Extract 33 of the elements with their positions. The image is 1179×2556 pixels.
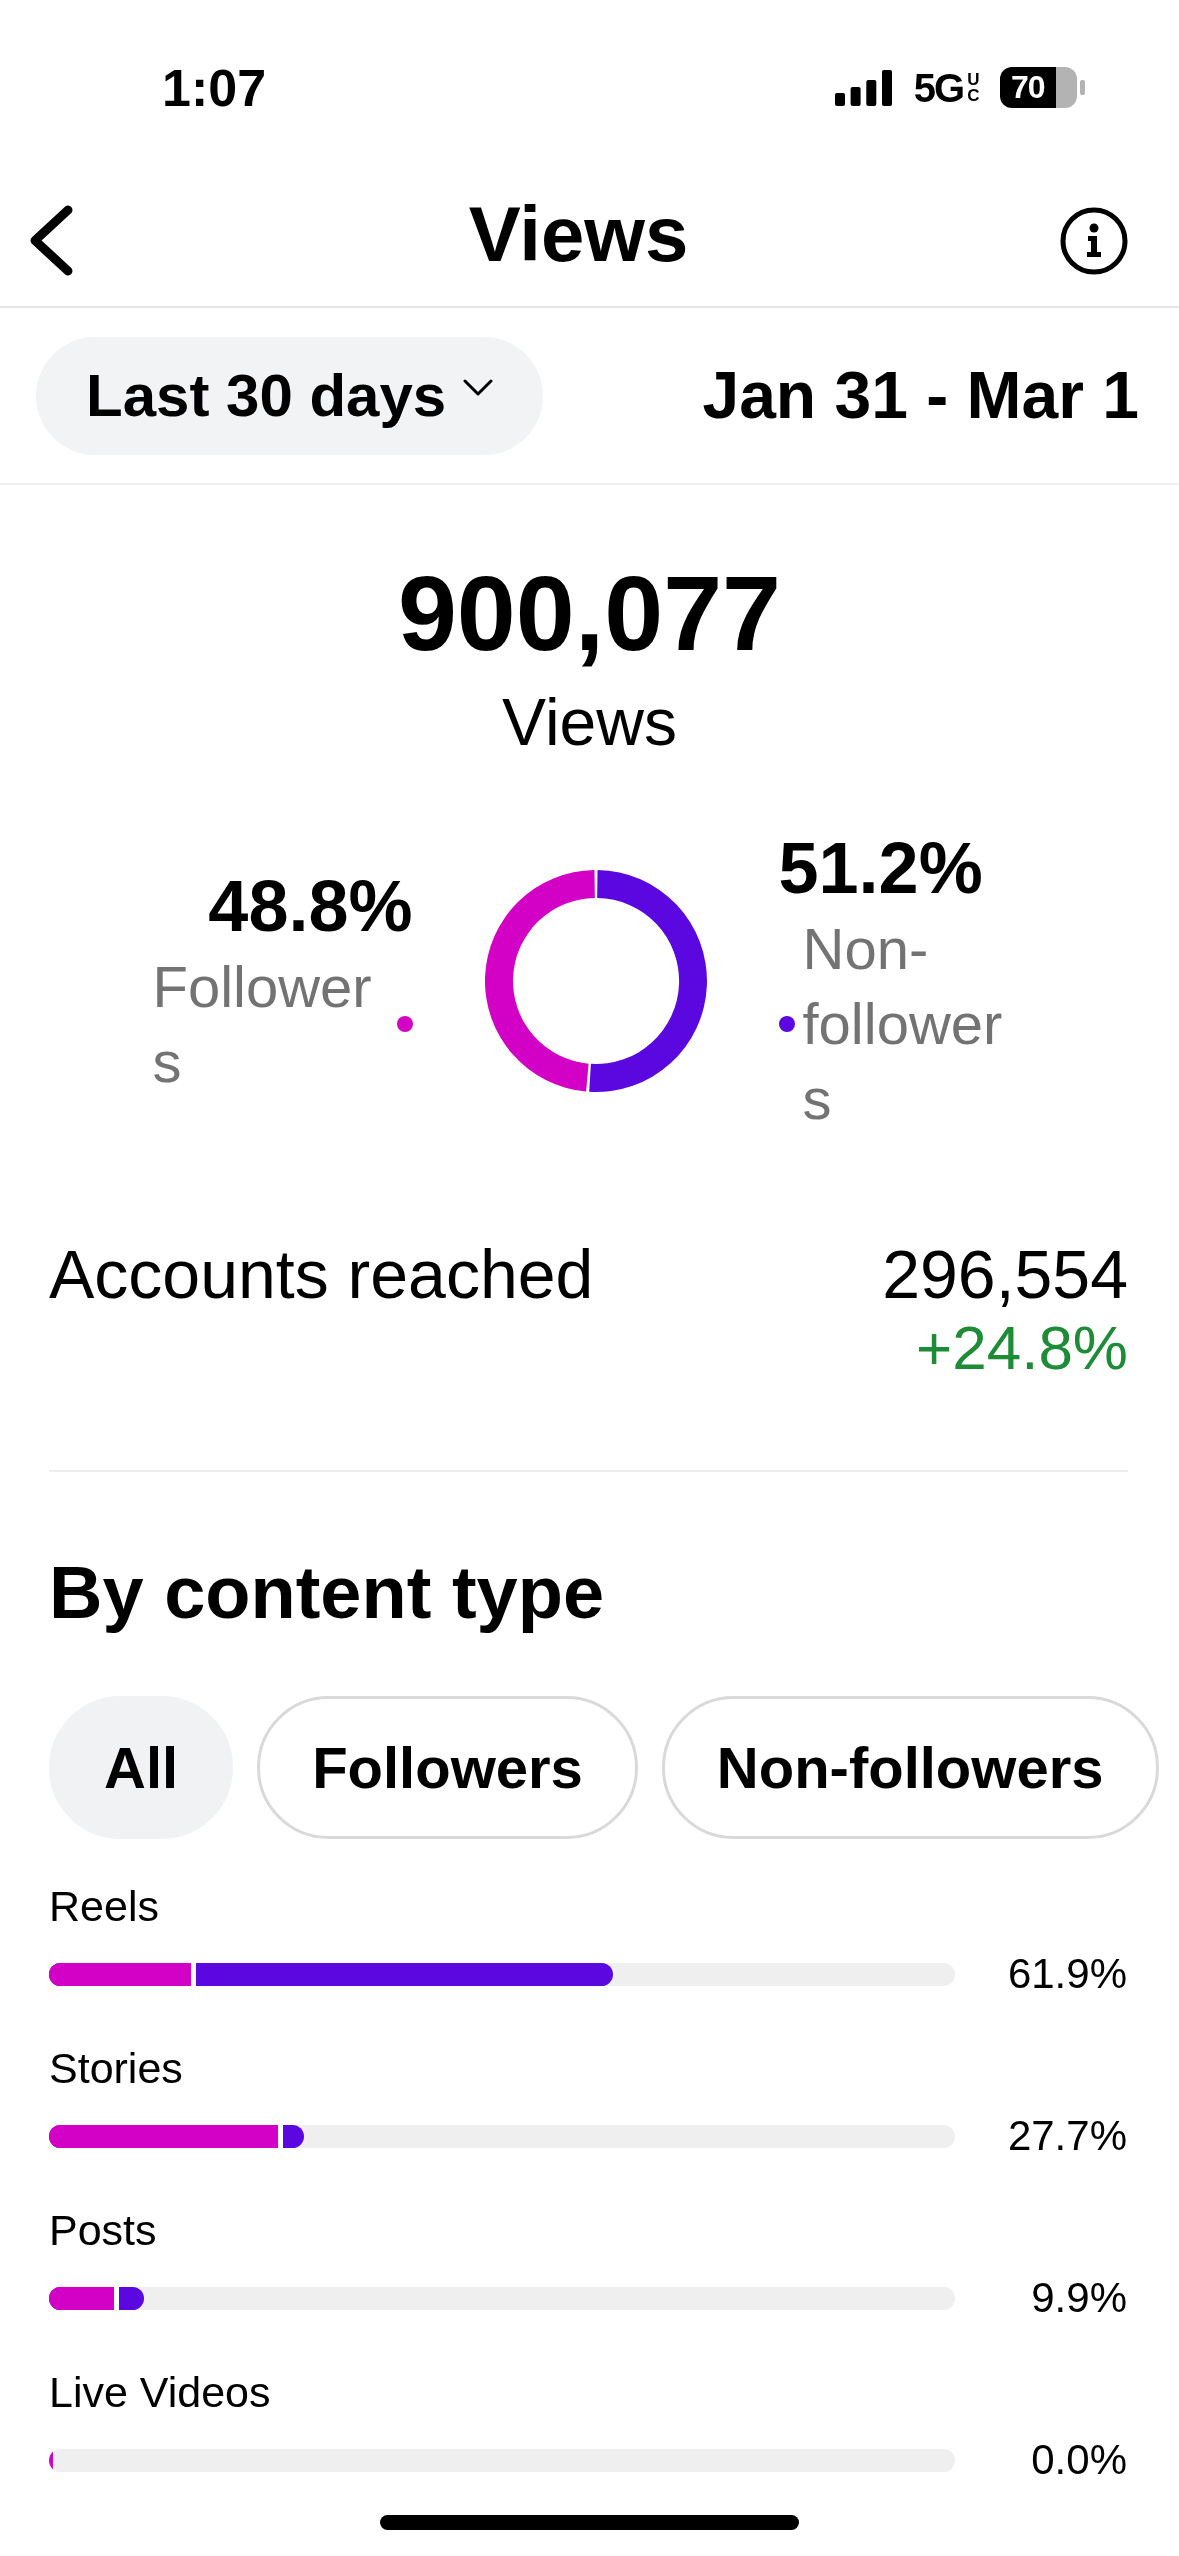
status-time: 1:07: [162, 61, 267, 114]
chevron-left-icon[interactable]: [29, 205, 73, 276]
content-type-percent: 9.9%: [1030, 2273, 1127, 2323]
accounts-reached-value: 296,554: [882, 1237, 1128, 1312]
accounts-reached-label: Accounts reached: [49, 1237, 594, 1312]
legend-percent: 51.2%: [778, 827, 983, 910]
legend-percent: 48.8%: [208, 864, 413, 948]
page-title: Views: [468, 194, 689, 273]
battery-icon: [1000, 67, 1085, 108]
filter-chip[interactable]: Non-followers: [661, 1696, 1159, 1839]
date-range-dropdown[interactable]: Last 30 days: [36, 336, 544, 455]
content-type-label: Stories: [49, 2044, 183, 2092]
content-type-label: Posts: [49, 2206, 157, 2254]
filter-chip[interactable]: Followers: [257, 1696, 638, 1839]
content-type-label: Live Videos: [49, 2368, 271, 2416]
legend-label: Non-followers: [802, 915, 1004, 1133]
change-percent: +24.8%: [916, 1314, 1128, 1382]
info-icon[interactable]: [1060, 206, 1128, 275]
total-views-value: 900,077: [397, 553, 782, 674]
content-type-percent: 0.0%: [1030, 2435, 1127, 2485]
network-type-text: 5G: [913, 67, 963, 108]
signal-icon: [834, 69, 892, 106]
date-range-text: Jan 31 - Mar 1: [702, 359, 1139, 432]
legend-label: Followers: [152, 952, 373, 1096]
section-title: By content type: [49, 1550, 605, 1636]
content-type-label: Reels: [49, 1882, 159, 1930]
content-type-percent: 61.9%: [1006, 1949, 1127, 1999]
network-badge-text: UC: [966, 71, 981, 104]
content-type-percent: 27.7%: [1006, 2111, 1127, 2161]
filter-chip[interactable]: All: [49, 1696, 234, 1839]
chevron-down-icon: [463, 378, 494, 397]
battery-level-text: 70: [1011, 68, 1045, 107]
total-views-label: Views: [502, 684, 677, 761]
